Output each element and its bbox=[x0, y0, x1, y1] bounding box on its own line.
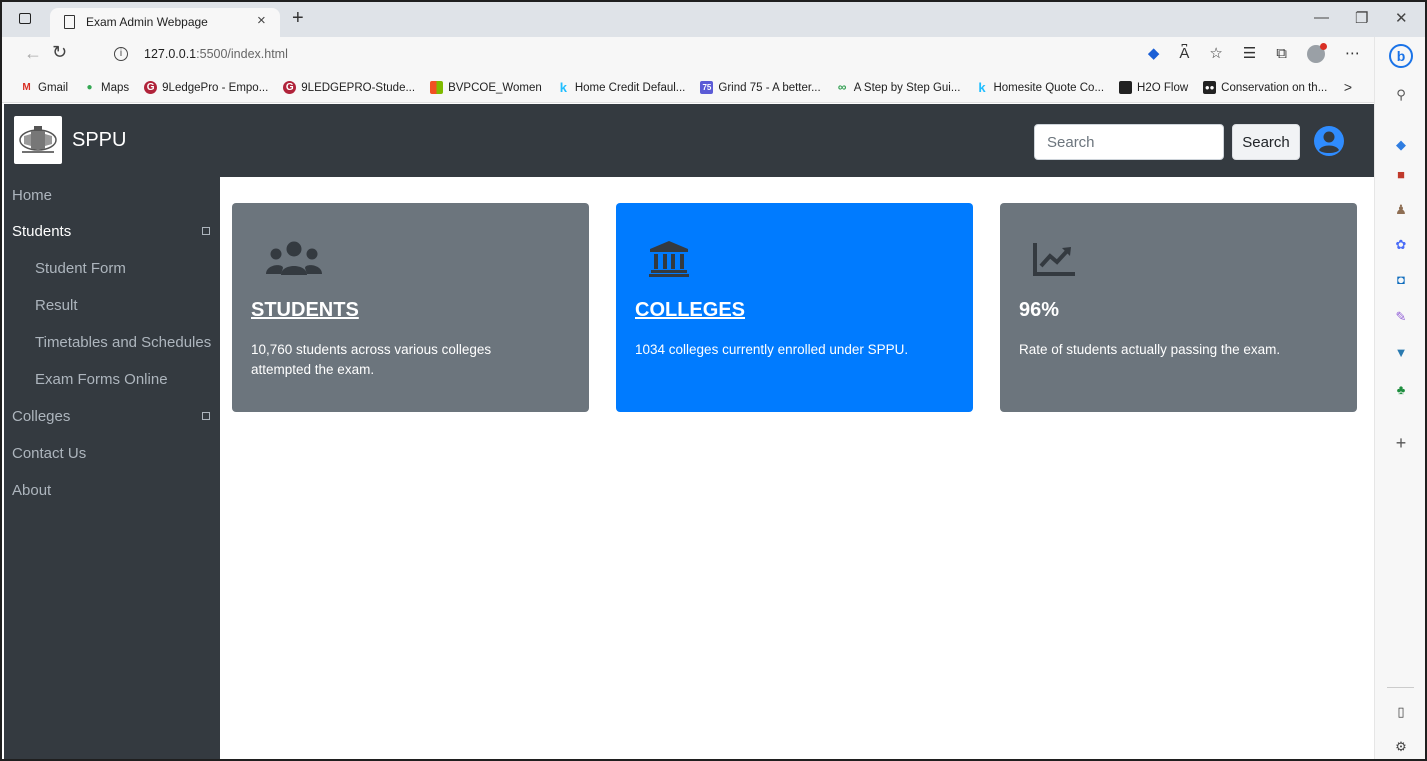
bookmark-grind-75[interactable]: 75 Grind 75 - A better... bbox=[700, 81, 821, 94]
address-bar-actions: ◆ A͆ ☆ ☰ ⧉ ⋯ bbox=[1148, 43, 1360, 63]
tab-exam-admin[interactable]: Exam Admin Webpage × bbox=[50, 8, 280, 37]
top-navbar: SPPU Search bbox=[4, 104, 1374, 177]
sidebar-item-student-form[interactable]: Student Form bbox=[4, 250, 220, 287]
tools-briefcase-icon[interactable]: ■ bbox=[1393, 167, 1409, 183]
profile-icon[interactable] bbox=[1307, 43, 1327, 63]
sidebar-item-colleges[interactable]: Colleges bbox=[4, 398, 220, 435]
card-title-pass-rate: 96% bbox=[1019, 299, 1060, 321]
designer-icon[interactable]: ✎ bbox=[1393, 309, 1409, 325]
sidebar-item-timetables[interactable]: Timetables and Schedules bbox=[4, 324, 220, 361]
bookmarks-bar: M Gmail ● Maps G 9LedgePro - Empo... G 9LEDG… bbox=[2, 73, 1374, 103]
outlook-icon[interactable]: ◘ bbox=[1393, 272, 1409, 288]
bookmark-conservation[interactable]: ●● Conservation on th... bbox=[1203, 81, 1327, 94]
tab-actions-icon[interactable] bbox=[19, 13, 31, 24]
card-colleges: COLLEGES 1034 colleges currently enrolle… bbox=[616, 203, 973, 412]
back-arrow-icon[interactable]: ← bbox=[24, 43, 42, 64]
search-icon[interactable]: ⚲ bbox=[1393, 87, 1409, 103]
bookmark-9ledgepro-empo[interactable]: G 9LedgePro - Empo... bbox=[144, 81, 268, 94]
chart-line-icon bbox=[1033, 243, 1075, 276]
bookmark-step-by-step[interactable]: ∞ A Step by Step Gui... bbox=[836, 81, 961, 94]
new-tab-icon[interactable]: + bbox=[292, 7, 304, 30]
coupon-tag-icon[interactable]: ◆ bbox=[1148, 45, 1160, 63]
favorite-star-icon[interactable]: ☆ bbox=[1209, 45, 1222, 63]
collections-icon[interactable]: ⧉ bbox=[1276, 45, 1287, 63]
user-avatar-icon[interactable] bbox=[1314, 126, 1344, 156]
favorites-list-icon[interactable]: ☰ bbox=[1243, 45, 1256, 63]
expand-icon bbox=[202, 412, 210, 420]
restore-icon[interactable]: ❐ bbox=[1355, 9, 1368, 27]
microsoft-icon bbox=[430, 81, 444, 94]
brand-title[interactable]: SPPU bbox=[72, 129, 126, 152]
users-icon bbox=[266, 241, 322, 275]
gmail-icon: M bbox=[22, 82, 31, 93]
medium-icon: ●● bbox=[1203, 81, 1217, 94]
tab-title: Exam Admin Webpage bbox=[86, 15, 208, 29]
tree-icon[interactable]: ♣ bbox=[1393, 382, 1409, 398]
more-bookmarks-icon[interactable]: > bbox=[1344, 79, 1352, 95]
grind75-icon: 75 bbox=[700, 81, 714, 94]
card-text-colleges: 1034 colleges currently enrolled under S… bbox=[635, 342, 909, 357]
bing-copilot-icon[interactable]: b bbox=[1389, 44, 1413, 68]
bookmark-maps[interactable]: ● Maps bbox=[83, 81, 130, 94]
drop-icon[interactable]: ▼ bbox=[1393, 345, 1409, 361]
sidebar-item-exam-forms[interactable]: Exam Forms Online bbox=[4, 361, 220, 398]
document-icon bbox=[64, 15, 75, 29]
bookmark-home-credit[interactable]: k Home Credit Defaul... bbox=[557, 81, 686, 94]
sidebar-item-home[interactable]: Home bbox=[4, 177, 220, 214]
card-text-pass-rate: Rate of students actually passing the ex… bbox=[1019, 342, 1281, 357]
institution-icon bbox=[649, 241, 689, 277]
card-students: STUDENTS 10,760 students across various … bbox=[232, 203, 589, 412]
expand-icon bbox=[202, 227, 210, 235]
9ledgepro-icon: G bbox=[283, 81, 297, 94]
left-sidebar: Home Students Student Form Result Timeta… bbox=[4, 177, 220, 759]
url-path: :5500/index.html bbox=[196, 47, 288, 61]
minimize-icon[interactable]: — bbox=[1314, 9, 1329, 26]
edge-divider bbox=[1387, 687, 1414, 688]
close-tab-icon[interactable]: × bbox=[257, 12, 266, 29]
shopping-tag-icon[interactable]: ◆ bbox=[1393, 137, 1409, 153]
9ledgepro-icon: G bbox=[144, 81, 158, 94]
games-icon[interactable]: ♟ bbox=[1393, 202, 1409, 218]
url-host: 127.0.0.1 bbox=[144, 47, 197, 61]
kaggle-icon: k bbox=[978, 80, 986, 95]
bookmark-homesite[interactable]: k Homesite Quote Co... bbox=[975, 81, 1104, 94]
sppu-logo[interactable] bbox=[14, 116, 62, 164]
sidebar-item-students[interactable]: Students bbox=[4, 213, 220, 250]
read-aloud-icon[interactable]: A͆ bbox=[1179, 45, 1189, 63]
microsoft365-icon[interactable]: ✿ bbox=[1393, 237, 1409, 253]
search-button[interactable]: Search bbox=[1232, 124, 1300, 160]
card-title-colleges[interactable]: COLLEGES bbox=[635, 299, 745, 322]
info-icon[interactable]: i bbox=[114, 47, 128, 61]
edge-sidebar: b ⚲ ◆ ■ ♟ ✿ ◘ ✎ ▼ ♣ + ▯ ⚙ bbox=[1374, 37, 1425, 759]
card-text-students: 10,760 students across various colleges … bbox=[251, 342, 492, 377]
address-bar: ← ↻ i 127.0.0.1:5500/index.html ◆ A͆ ☆ ☰… bbox=[2, 37, 1374, 73]
sidebar-toggle-icon[interactable]: ▯ bbox=[1393, 704, 1409, 720]
maps-pin-icon: ● bbox=[86, 82, 93, 93]
card-title-students[interactable]: STUDENTS bbox=[251, 299, 359, 322]
h2o-icon bbox=[1119, 81, 1133, 94]
sidebar-item-about[interactable]: About bbox=[4, 472, 220, 509]
infinity-icon: ∞ bbox=[837, 80, 847, 94]
sidebar-item-result[interactable]: Result bbox=[4, 287, 220, 324]
more-options-icon[interactable]: ⋯ bbox=[1345, 45, 1360, 63]
kaggle-icon: k bbox=[559, 80, 567, 95]
tab-bar: Exam Admin Webpage × + — ❐ ✕ bbox=[2, 2, 1425, 37]
sppu-emblem-icon bbox=[19, 126, 57, 153]
bookmark-gmail[interactable]: M Gmail bbox=[20, 81, 68, 94]
reload-icon[interactable]: ↻ bbox=[52, 42, 67, 63]
search-input[interactable] bbox=[1034, 124, 1224, 160]
bookmark-h2o-flow[interactable]: H2O Flow bbox=[1119, 81, 1188, 94]
sidebar-item-contact-us[interactable]: Contact Us bbox=[4, 435, 220, 472]
browser-window: Exam Admin Webpage × + — ❐ ✕ ← ↻ i 127.0… bbox=[0, 0, 1427, 761]
bookmark-bvpcoe-women[interactable]: BVPCOE_Women bbox=[430, 81, 542, 94]
settings-gear-icon[interactable]: ⚙ bbox=[1393, 739, 1409, 755]
close-window-icon[interactable]: ✕ bbox=[1395, 9, 1408, 27]
url-field[interactable]: 127.0.0.1:5500/index.html bbox=[144, 47, 288, 61]
add-icon[interactable]: + bbox=[1393, 434, 1409, 452]
card-pass-rate: 96% Rate of students actually passing th… bbox=[1000, 203, 1357, 412]
bookmark-9ledgepro-stude[interactable]: G 9LEDGEPRO-Stude... bbox=[283, 81, 415, 94]
